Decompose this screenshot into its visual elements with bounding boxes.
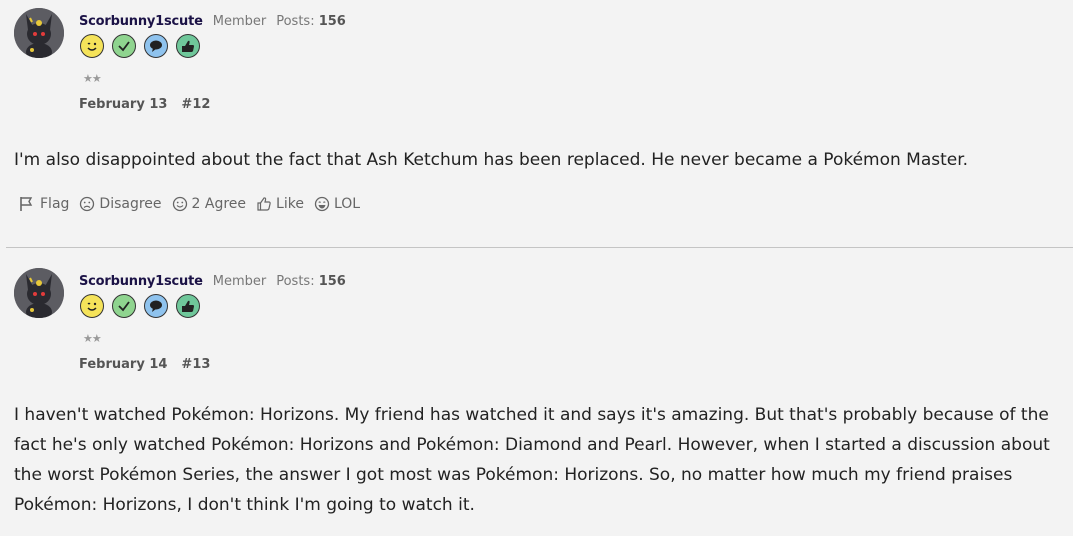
badge-row: [80, 34, 200, 58]
date-bar: February 14 #13: [79, 357, 210, 372]
thumbs-up-icon[interactable]: [176, 294, 200, 318]
posts-value: 156: [318, 274, 346, 289]
wink-face-icon[interactable]: [80, 294, 104, 318]
post-date-link[interactable]: February 14: [79, 357, 167, 372]
comment-divider: [6, 247, 1073, 248]
flag-button[interactable]: Flag: [18, 196, 69, 212]
rank-stars: ★★: [83, 72, 102, 85]
agree-label: 2 Agree: [191, 196, 247, 212]
author-meta: Scorbunny1scute Member Posts: 156: [79, 274, 346, 289]
speech-bubble-icon[interactable]: [144, 294, 168, 318]
thumbs-up-icon[interactable]: [176, 34, 200, 58]
avatar[interactable]: [14, 268, 64, 318]
username-link[interactable]: Scorbunny1scute: [79, 14, 203, 29]
posts-label: Posts:: [276, 274, 315, 289]
comment-13: Scorbunny1scute Member Posts: 156 ★★ Febru…: [0, 260, 1073, 536]
permalink[interactable]: #12: [181, 97, 210, 112]
posts-label: Posts:: [276, 14, 315, 29]
comment-body: I'm also disappointed about the fact tha…: [14, 150, 969, 170]
lol-face-icon: [314, 196, 330, 212]
posts-value: 156: [318, 14, 346, 29]
flag-icon: [20, 197, 33, 211]
post-count: Posts: 156: [276, 14, 346, 29]
wink-face-icon[interactable]: [80, 34, 104, 58]
date-bar: February 13 #12: [79, 97, 210, 112]
rank-stars: ★★: [83, 332, 102, 345]
user-role: Member: [212, 274, 267, 289]
agree-button[interactable]: 2 Agree: [172, 196, 247, 212]
permalink[interactable]: #13: [181, 357, 210, 372]
umbreon-avatar-icon: [14, 8, 64, 58]
avatar[interactable]: [14, 8, 64, 58]
disagree-face-icon: [80, 196, 95, 212]
comment-12: Scorbunny1scute Member Posts: 156 ★★ Febru…: [0, 0, 1073, 246]
agree-face-icon: [172, 196, 187, 212]
comment-body: I haven't watched Pokémon: Horizons. My …: [14, 405, 1050, 515]
check-icon[interactable]: [112, 294, 136, 318]
speech-bubble-icon[interactable]: [144, 34, 168, 58]
disagree-button[interactable]: Disagree: [79, 196, 162, 212]
author-meta: Scorbunny1scute Member Posts: 156: [79, 14, 346, 29]
reaction-bar: Flag Disagree 2 Agree Like LOL: [18, 196, 360, 212]
disagree-label: Disagree: [99, 196, 162, 212]
user-role: Member: [212, 14, 267, 29]
badge-row: [80, 294, 200, 318]
post-date-link[interactable]: February 13: [79, 97, 167, 112]
umbreon-avatar-icon: [14, 268, 64, 318]
lol-label: LOL: [333, 196, 361, 212]
like-thumb-icon: [257, 197, 271, 211]
like-label: Like: [276, 196, 304, 212]
flag-label: Flag: [40, 196, 70, 212]
check-icon[interactable]: [112, 34, 136, 58]
username-link[interactable]: Scorbunny1scute: [79, 274, 203, 289]
like-button[interactable]: Like: [256, 196, 304, 212]
post-count: Posts: 156: [276, 274, 346, 289]
lol-button[interactable]: LOL: [314, 196, 360, 212]
